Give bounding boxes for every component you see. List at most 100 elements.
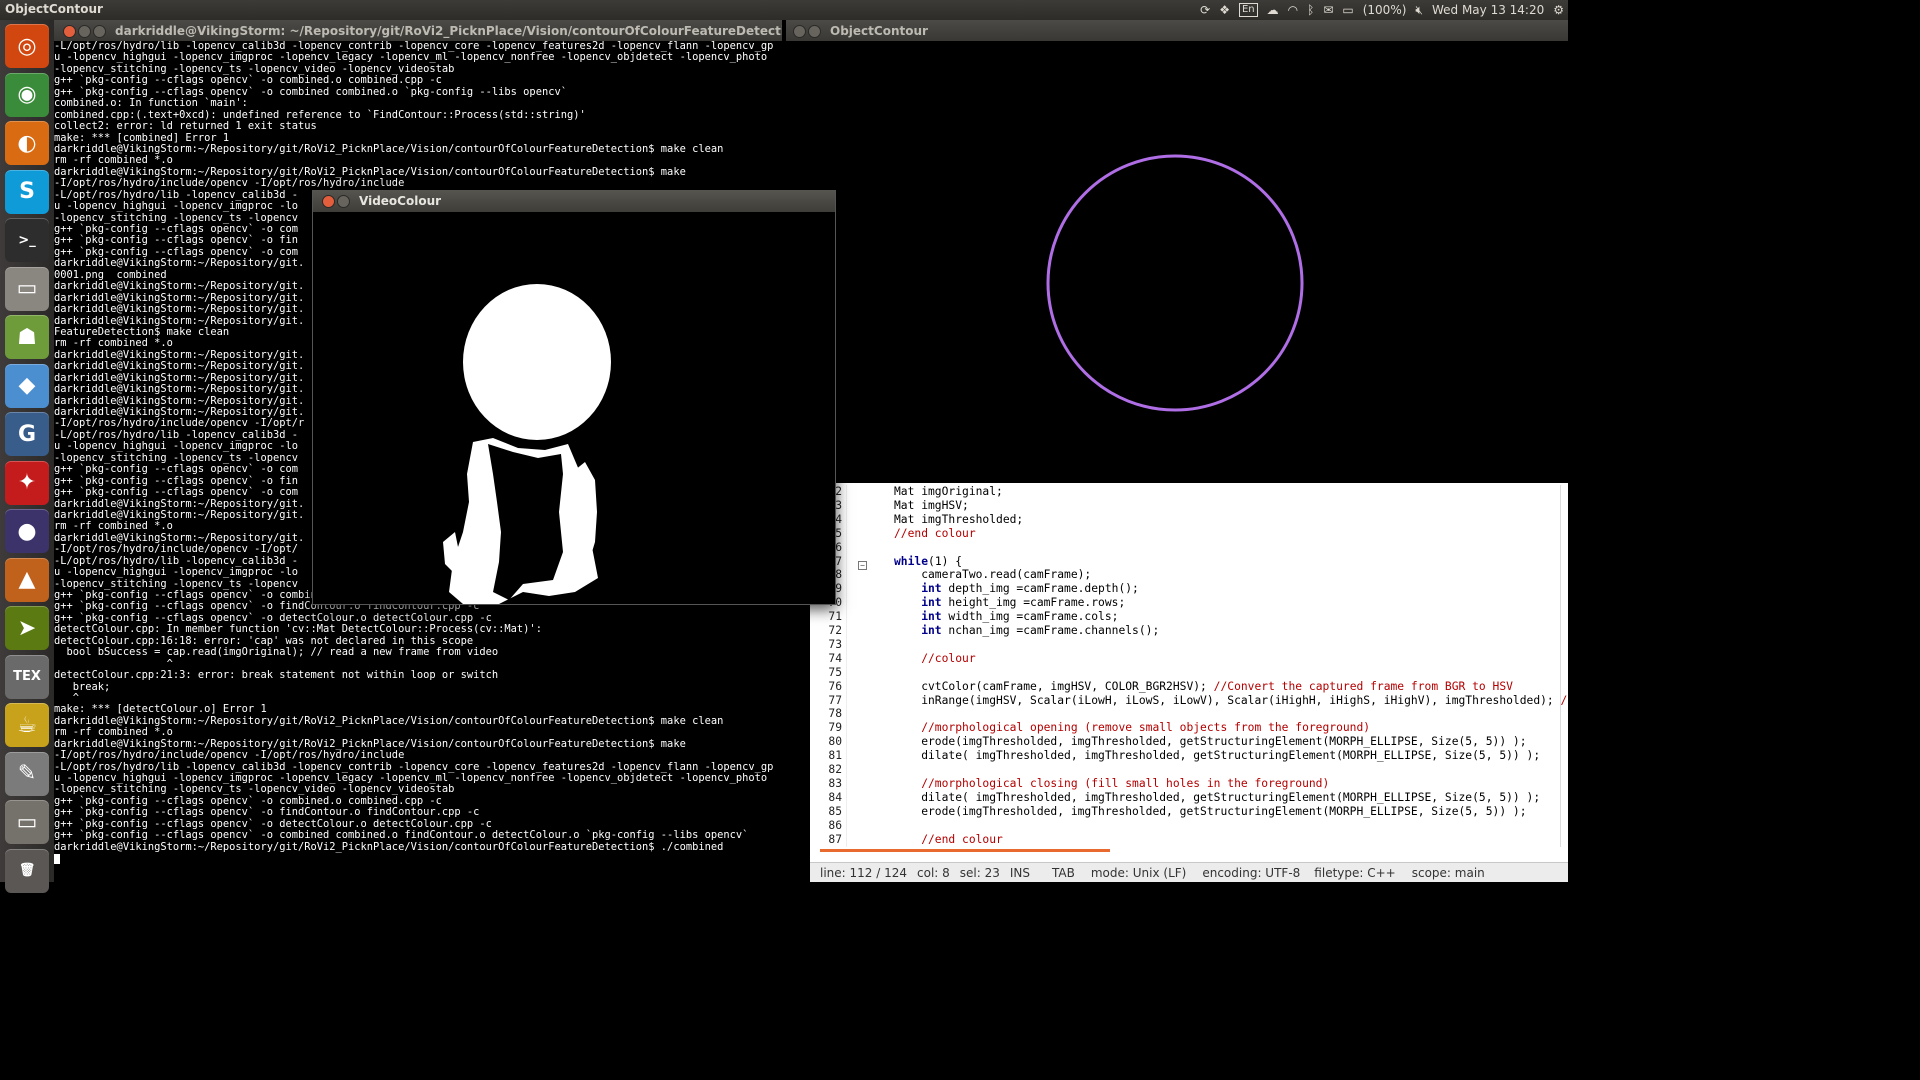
line-number: 79 [828, 721, 842, 735]
sync-icon[interactable]: ⟳ [1200, 3, 1210, 17]
terminal-title: darkriddle@VikingStorm: ~/Repository/git… [115, 24, 782, 38]
editor-line[interactable]: 6 [810, 541, 1568, 555]
clock[interactable]: Wed May 13 14:20 [1432, 3, 1544, 17]
editor-line[interactable]: 8 cameraTwo.read(camFrame); [810, 568, 1568, 582]
top-panel: ObjectContour ⟳ ❖ En ☁ ◠ ᛒ ✉ ▭ (100%) 🔇︎… [0, 0, 1568, 20]
drive-icon[interactable]: ▭ [5, 800, 49, 844]
line-number: 85 [828, 804, 842, 818]
cube-icon[interactable]: ◆ [5, 363, 49, 408]
trash-icon[interactable]: 🗑 [5, 848, 49, 893]
editor-line[interactable]: 79 //morphological opening (remove small… [810, 721, 1568, 735]
chrome-icon[interactable]: ◉ [5, 72, 49, 117]
line-number: 75 [828, 665, 842, 679]
ball-blob [463, 284, 611, 440]
gear-icon[interactable]: ⚙ [1553, 3, 1564, 17]
editor-line[interactable]: 77 inRange(imgHSV, Scalar(iLowH, iLowS, … [810, 694, 1568, 708]
close-window-button[interactable] [793, 25, 806, 38]
editor-line[interactable]: 87 //end colour [810, 833, 1568, 847]
editor-line[interactable]: 7 while(1) { [810, 555, 1568, 569]
code-text: //end colour [894, 832, 1003, 846]
terminal-line: -I/opt/ros/hydro/include/opencv -I/opt/r… [54, 749, 405, 762]
line-number: 73 [828, 637, 842, 651]
bird-app-icon[interactable]: ✦ [5, 460, 49, 505]
video-colour-window[interactable]: VideoColour [312, 190, 836, 605]
line-number: 84 [828, 790, 842, 804]
gnome-g-icon[interactable]: G [5, 412, 49, 456]
editor-horizontal-scrollbar[interactable] [810, 849, 1568, 853]
scrollbar-thumb[interactable] [820, 849, 1110, 852]
android-icon[interactable]: ☗ [5, 315, 49, 359]
battery-percentage[interactable]: (100%) [1363, 3, 1407, 17]
tex-icon[interactable]: TEX [5, 654, 49, 699]
line-number: 86 [828, 818, 842, 832]
editor-line[interactable]: 3 Mat imgHSV; [810, 499, 1568, 513]
editor-line[interactable]: 4 Mat imgThresholded; [810, 513, 1568, 527]
editor-line[interactable]: 75 [810, 666, 1568, 680]
geany-arrow-icon[interactable]: ➤ [5, 606, 49, 650]
code-text: int depth_img =camFrame.depth(); [894, 582, 1139, 596]
minimize-window-button[interactable] [337, 195, 350, 208]
wifi-icon[interactable]: ◠ [1288, 3, 1298, 17]
editor-line[interactable]: 78 [810, 707, 1568, 721]
editor-line[interactable]: 83 //morphological closing (fill small h… [810, 777, 1568, 791]
volume-muted-icon[interactable]: 🔇︎ [1415, 3, 1423, 17]
editor-line[interactable]: 72 int nchan_img =camFrame.channels(); [810, 624, 1568, 638]
skype-icon[interactable]: S [5, 169, 49, 214]
editor-line[interactable]: 71 int width_img =camFrame.cols; [810, 610, 1568, 624]
cloud-icon[interactable]: ☁ [1267, 3, 1279, 17]
bluetooth-icon[interactable]: ᛒ [1307, 3, 1314, 17]
editor-line[interactable]: 74 //colour [810, 652, 1568, 666]
keyboard-layout-indicator[interactable]: En [1238, 3, 1258, 17]
eclipse-icon[interactable]: ● [5, 509, 49, 553]
object-contour-titlebar[interactable]: ObjectContour [786, 20, 1568, 41]
editor-text-area[interactable]: − 2 Mat imgOriginal; 3 Mat imgHSV; 4 Mat imgT… [810, 485, 1568, 847]
detected-contour-circle [1046, 154, 1304, 412]
editor-line[interactable]: 76 cvtColor(camFrame, imgHSV, COLOR_BGR2… [810, 680, 1568, 694]
status-encoding: encoding: UTF-8 [1202, 866, 1301, 880]
terminal-line: -I/opt/ros/hydro/include/opencv -I/opt/r… [54, 177, 405, 190]
line-number: 78 [828, 707, 842, 721]
code-text: inRange(imgHSV, Scalar(iLowH, iLowS, iLo… [894, 693, 1568, 707]
status-filetype: filetype: C++ [1314, 866, 1396, 880]
editor-line[interactable]: 70 int height_img =camFrame.rows; [810, 596, 1568, 610]
files-icon[interactable]: ▭ [5, 266, 49, 311]
status-sel: sel: 23 [959, 866, 1000, 880]
battery-icon[interactable]: ▭ [1342, 3, 1353, 17]
terminal-titlebar[interactable]: darkriddle@VikingStorm: ~/Repository/git… [54, 20, 782, 41]
text-editor-icon[interactable]: ✎ [5, 751, 49, 796]
terminal-icon[interactable]: >_ [5, 218, 49, 262]
editor-line[interactable]: 85 erode(imgThresholded, imgThresholded,… [810, 805, 1568, 819]
editor-line[interactable]: 2 Mat imgOriginal; [810, 485, 1568, 499]
minimize-window-button[interactable] [808, 25, 821, 38]
video-colour-titlebar[interactable]: VideoColour [313, 190, 835, 212]
minimize-window-button[interactable] [78, 25, 91, 38]
editor-line[interactable]: 81 dilate( imgThresholded, imgThresholde… [810, 749, 1568, 763]
mail-icon[interactable]: ✉ [1323, 3, 1333, 17]
editor-line[interactable]: 9 int depth_img =camFrame.depth(); [810, 582, 1568, 596]
line-number: 72 [828, 624, 842, 637]
dropbox-icon[interactable]: ❖ [1219, 3, 1230, 17]
close-window-button[interactable] [322, 195, 335, 208]
terminal-line: break; [54, 680, 111, 693]
firefox-icon[interactable]: ◐ [5, 121, 49, 165]
editor-line[interactable]: 80 erode(imgThresholded, imgThresholded,… [810, 735, 1568, 749]
line-number: 80 [828, 735, 842, 749]
teapot-icon[interactable]: ☕ [5, 703, 49, 747]
matlab-icon[interactable]: ▲ [5, 557, 49, 602]
ubuntu-dash-icon[interactable]: ◎ [5, 24, 49, 68]
editor-line[interactable]: 82 [810, 763, 1568, 777]
close-window-button[interactable] [63, 25, 76, 38]
editor-line[interactable]: 86 [810, 819, 1568, 833]
code-text: int nchan_img =camFrame.channels(); [894, 624, 1160, 637]
code-editor[interactable]: − 2 Mat imgOriginal; 3 Mat imgHSV; 4 Mat imgT… [810, 483, 1568, 882]
code-text: Mat imgOriginal; [894, 485, 1003, 498]
terminal-line: detectColour.cpp:21:3: error: break stat… [54, 669, 499, 682]
object-contour-window[interactable]: ObjectContour [786, 20, 1568, 483]
code-text: dilate( imgThresholded, imgThresholded, … [894, 790, 1541, 804]
maximize-window-button[interactable] [93, 25, 106, 38]
editor-line[interactable]: 84 dilate( imgThresholded, imgThresholde… [810, 791, 1568, 805]
code-text: //end colour [894, 526, 976, 540]
editor-line[interactable]: 73 [810, 638, 1568, 652]
editor-line[interactable]: 5//end colour [810, 527, 1568, 541]
terminal-line: collect2: error: ld returned 1 exit stat… [54, 120, 317, 133]
